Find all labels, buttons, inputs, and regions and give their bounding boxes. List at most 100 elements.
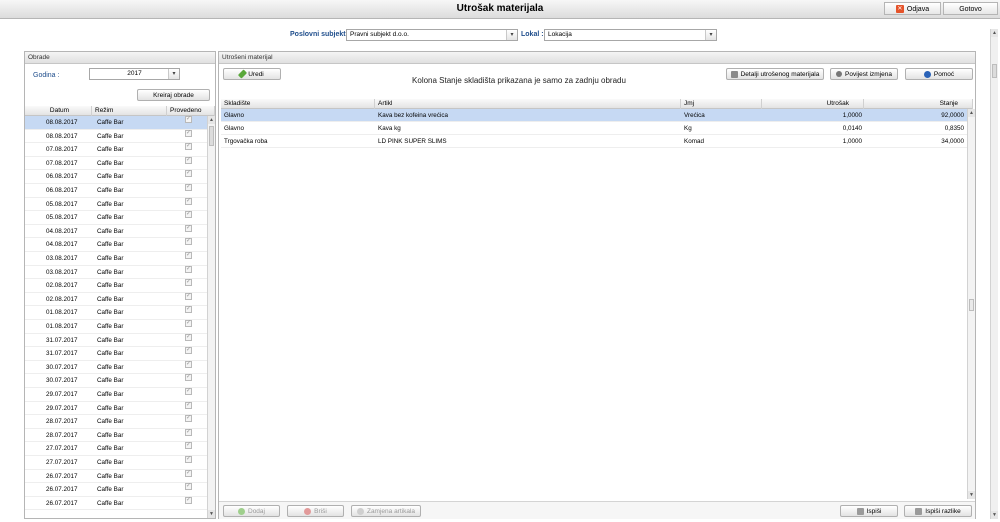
provedeno-checkbox[interactable]: ✓ (185, 184, 192, 191)
poslovni-subjekt-select[interactable]: Pravni subjekt d.o.o. ▾ (346, 29, 518, 41)
col-utrosak[interactable]: Utrošak (762, 99, 864, 109)
table-row[interactable]: Glavno Kava kg Kg 0,0140 0,8350 (221, 122, 967, 135)
scroll-down-icon[interactable]: ▼ (968, 491, 975, 499)
provedeno-checkbox[interactable]: ✓ (185, 252, 192, 259)
provedeno-checkbox[interactable]: ✓ (185, 197, 192, 205)
table-row[interactable]: 06.08.2017 Caffe Bar ✓ (25, 170, 207, 184)
provedeno-checkbox[interactable]: ✓ (185, 320, 192, 327)
provedeno-checkbox[interactable]: ✓ (185, 469, 192, 477)
provedeno-checkbox[interactable]: ✓ (185, 116, 192, 123)
table-row[interactable]: 27.07.2017 Caffe Bar ✓ (25, 442, 207, 456)
table-row[interactable]: 31.07.2017 Caffe Bar ✓ (25, 347, 207, 361)
help-icon (923, 70, 931, 78)
pomoc-button[interactable]: Pomoć (905, 68, 973, 80)
chevron-down-icon[interactable]: ▾ (168, 69, 179, 79)
table-row[interactable]: 08.08.2017 Caffe Bar ✓ (25, 129, 207, 144)
table-row[interactable]: 30.07.2017 Caffe Bar ✓ (25, 360, 207, 375)
provedeno-checkbox[interactable]: ✓ (185, 306, 192, 314)
provedeno-checkbox[interactable]: ✓ (185, 224, 192, 232)
scroll-thumb[interactable] (992, 64, 997, 78)
table-row[interactable]: 27.07.2017 Caffe Bar ✓ (25, 456, 207, 470)
table-row[interactable]: 01.08.2017 Caffe Bar ✓ (25, 306, 207, 320)
obrade-scrollbar[interactable]: ▲ ▼ (207, 116, 215, 518)
gotovo-button[interactable]: Gotovo (943, 2, 998, 15)
provedeno-checkbox[interactable]: ✓ (185, 415, 192, 423)
ispisi-button[interactable]: Ispiši (840, 505, 898, 517)
col-jmj[interactable]: Jmj (681, 99, 762, 109)
table-row[interactable]: 07.08.2017 Caffe Bar ✓ (25, 143, 207, 157)
provedeno-checkbox[interactable]: ✓ (185, 428, 192, 436)
scroll-thumb[interactable] (969, 299, 974, 311)
provedeno-checkbox[interactable]: ✓ (185, 333, 192, 341)
table-row[interactable]: Glavno Kava bez kofeina vrećica Vrećica 1,0… (221, 109, 967, 122)
zamjena-artikala-button[interactable]: Zamjena artikala (351, 505, 421, 517)
godina-select[interactable]: 2017 ▾ (89, 68, 180, 80)
ispisi-razlike-button[interactable]: Ispiši razlike (904, 505, 972, 517)
provedeno-checkbox[interactable]: ✓ (185, 211, 192, 219)
provedeno-checkbox[interactable]: ✓ (185, 496, 192, 504)
provedeno-checkbox[interactable]: ✓ (185, 265, 192, 273)
table-row[interactable]: 31.07.2017 Caffe Bar ✓ (25, 333, 207, 348)
scroll-thumb[interactable] (209, 126, 214, 146)
col-skladiste[interactable]: Skladište (221, 99, 375, 109)
chevron-down-icon[interactable]: ▾ (705, 30, 716, 40)
provedeno-checkbox[interactable]: ✓ (185, 292, 192, 300)
provedeno-checkbox[interactable]: ✓ (185, 279, 192, 287)
col-rezim[interactable]: Režim (92, 106, 167, 116)
col-artikl[interactable]: Artikl (375, 99, 681, 109)
provedeno-checkbox[interactable]: ✓ (185, 483, 192, 491)
provedeno-checkbox[interactable]: ✓ (185, 360, 192, 368)
table-row[interactable]: 02.08.2017 Caffe Bar ✓ (25, 292, 207, 307)
table-row[interactable]: 26.07.2017 Caffe Bar ✓ (25, 483, 207, 497)
scroll-up-icon[interactable]: ▲ (968, 109, 975, 117)
provedeno-checkbox[interactable]: ✓ (185, 143, 192, 151)
kreiraj-obrade-button[interactable]: Kreiraj obrade (137, 89, 210, 101)
table-row[interactable]: 28.07.2017 Caffe Bar ✓ (25, 428, 207, 443)
table-row[interactable]: 05.08.2017 Caffe Bar ✓ (25, 197, 207, 212)
table-row[interactable]: 29.07.2017 Caffe Bar ✓ (25, 401, 207, 416)
provedeno-checkbox[interactable]: ✓ (185, 129, 192, 137)
scroll-down-icon[interactable]: ▼ (991, 511, 998, 519)
table-row[interactable]: 08.08.2017 Caffe Bar ✓ (25, 116, 207, 130)
lokal-select[interactable]: Lokacija ▾ (544, 29, 717, 41)
table-row[interactable]: Trgovačka roba LD PINK SUPER SLIMS Komad 1,… (221, 135, 967, 148)
chevron-down-icon[interactable]: ▾ (506, 30, 517, 40)
col-datum[interactable]: Datum (25, 106, 92, 116)
table-row[interactable]: 07.08.2017 Caffe Bar ✓ (25, 156, 207, 171)
provedeno-checkbox[interactable]: ✓ (185, 374, 192, 382)
table-row[interactable]: 03.08.2017 Caffe Bar ✓ (25, 265, 207, 280)
odjava-button[interactable]: ✕ Odjava (884, 2, 941, 15)
table-row[interactable]: 02.08.2017 Caffe Bar ✓ (25, 279, 207, 293)
table-row[interactable]: 26.07.2017 Caffe Bar ✓ (25, 469, 207, 484)
table-row[interactable]: 28.07.2017 Caffe Bar ✓ (25, 415, 207, 429)
table-row[interactable]: 04.08.2017 Caffe Bar ✓ (25, 238, 207, 252)
col-stanje[interactable]: Stanje (864, 99, 973, 109)
table-row[interactable]: 01.08.2017 Caffe Bar ✓ (25, 320, 207, 334)
table-row[interactable]: 30.07.2017 Caffe Bar ✓ (25, 374, 207, 388)
page-scrollbar[interactable]: ▲ ▼ (990, 29, 998, 519)
col-provedeno[interactable]: Provedeno (167, 106, 215, 116)
detalji-button[interactable]: Detalji utrošenog materijala (726, 68, 824, 80)
table-row[interactable]: 29.07.2017 Caffe Bar ✓ (25, 388, 207, 402)
scroll-down-icon[interactable]: ▼ (208, 510, 215, 518)
table-row[interactable]: 06.08.2017 Caffe Bar ✓ (25, 184, 207, 198)
scroll-up-icon[interactable]: ▲ (991, 29, 998, 37)
provedeno-checkbox[interactable]: ✓ (185, 442, 192, 450)
povijest-button[interactable]: Povijest izmjena (830, 68, 898, 80)
provedeno-checkbox[interactable]: ✓ (185, 347, 192, 355)
provedeno-checkbox[interactable]: ✓ (185, 238, 192, 246)
provedeno-checkbox[interactable]: ✓ (185, 401, 192, 409)
table-row[interactable]: 26.07.2017 Caffe Bar ✓ (25, 496, 207, 511)
table-row[interactable]: 03.08.2017 Caffe Bar ✓ (25, 252, 207, 266)
table-row[interactable]: 05.08.2017 Caffe Bar ✓ (25, 211, 207, 225)
utroseni-scrollbar[interactable]: ▲ ▼ (967, 109, 975, 499)
scroll-up-icon[interactable]: ▲ (208, 116, 215, 124)
brisi-button[interactable]: Briši (287, 505, 344, 517)
provedeno-checkbox[interactable]: ✓ (185, 170, 192, 178)
provedeno-checkbox[interactable]: ✓ (185, 456, 192, 463)
provedeno-checkbox[interactable]: ✓ (185, 156, 192, 164)
table-row[interactable]: 04.08.2017 Caffe Bar ✓ (25, 224, 207, 239)
provedeno-checkbox[interactable]: ✓ (185, 388, 192, 395)
uredi-button[interactable]: Uredi (223, 68, 281, 80)
dodaj-button[interactable]: Dodaj (223, 505, 280, 517)
